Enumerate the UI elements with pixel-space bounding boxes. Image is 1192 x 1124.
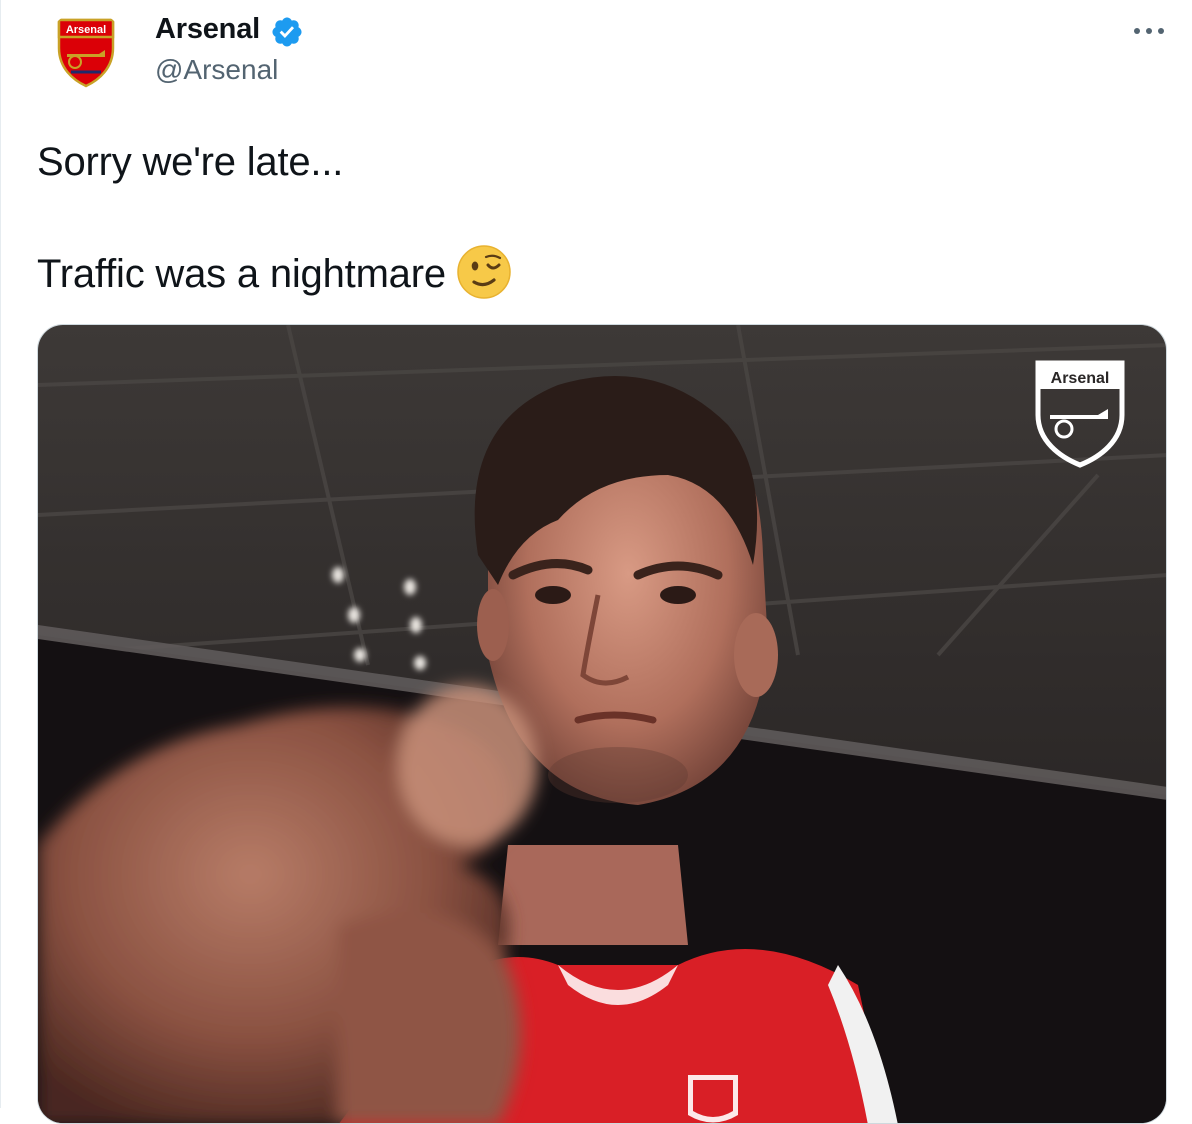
tweet-text-line-1: Sorry we're late...: [37, 140, 344, 184]
verified-badge-icon: [272, 17, 302, 47]
tweet-text: Sorry we're late... Traffic was a nightm…: [37, 134, 1147, 302]
arsenal-crest-icon: Arsenal: [45, 10, 127, 92]
crest-text: Arsenal: [66, 24, 106, 36]
winking-face-emoji: [457, 245, 511, 300]
tweet-text-line-2: Traffic was a nightmare: [37, 245, 1147, 302]
watermark-text: Arsenal: [1051, 370, 1110, 387]
more-options-icon[interactable]: [1125, 14, 1173, 48]
tweet-video[interactable]: Arsenal: [37, 324, 1167, 1124]
handle[interactable]: @Arsenal: [155, 54, 278, 86]
avatar[interactable]: Arsenal: [45, 10, 127, 92]
tweet-card[interactable]: Arsenal Arsenal @Arsenal Sorry we're lat…: [0, 0, 1192, 1124]
display-name[interactable]: Arsenal: [155, 13, 260, 46]
video-frame: Arsenal: [38, 325, 1166, 1123]
tweet-text-line-2-label: Traffic was a nightmare: [37, 252, 446, 296]
